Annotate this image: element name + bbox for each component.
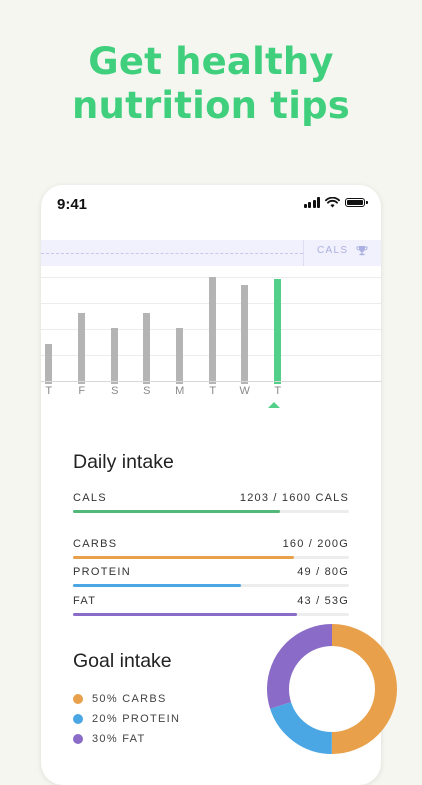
day-bar[interactable] — [78, 313, 85, 384]
goal-separator — [303, 240, 304, 266]
legend-fat: 30% FAT — [73, 733, 146, 745]
carbs-progress-track — [73, 556, 349, 559]
cellular-signal-icon — [303, 197, 320, 208]
protein-progress-fill — [73, 584, 242, 587]
legend-protein: 20% PROTEIN — [73, 713, 180, 725]
cals-progress-fill — [73, 510, 280, 513]
goal-label: CALS — [317, 245, 349, 256]
fat-value: 43 / 53G — [297, 595, 349, 607]
day-bar[interactable] — [209, 277, 216, 384]
day-label[interactable]: T — [270, 385, 286, 397]
headline-line-1: Get healthy — [88, 40, 334, 83]
protein-label: PROTEIN — [73, 566, 131, 578]
calorie-bar-chart — [41, 270, 381, 384]
status-icons — [303, 197, 368, 208]
carbs-progress-fill — [73, 556, 294, 559]
daily-intake-title: Daily intake — [73, 451, 174, 473]
status-bar: 9:41 — [41, 185, 381, 225]
carbs-value: 160 / 200G — [282, 538, 349, 550]
legend-carbs-label: 50% CARBS — [92, 693, 167, 705]
trophy-icon — [356, 246, 368, 256]
legend-carbs: 50% CARBS — [73, 693, 167, 705]
headline: Get healthy nutrition tips — [0, 40, 422, 128]
wifi-icon — [325, 197, 340, 208]
cals-label: CALS — [73, 492, 107, 504]
goal-intake-donut-chart — [267, 624, 397, 754]
status-time: 9:41 — [57, 196, 88, 213]
goal-line — [41, 253, 303, 254]
selected-day-pointer-icon — [268, 402, 280, 408]
day-label[interactable]: M — [172, 385, 188, 397]
day-bar[interactable] — [143, 313, 150, 384]
headline-line-2: nutrition tips — [72, 84, 350, 127]
goal-intake-title: Goal intake — [73, 650, 172, 672]
day-label[interactable]: T — [205, 385, 221, 397]
day-label[interactable]: S — [107, 385, 123, 397]
day-label[interactable]: S — [139, 385, 155, 397]
day-label[interactable]: T — [41, 385, 57, 397]
fat-label: FAT — [73, 595, 97, 607]
chart-axis — [41, 381, 381, 382]
legend-fat-label: 30% FAT — [92, 733, 146, 745]
day-bar[interactable] — [45, 344, 52, 384]
fat-dot-icon — [73, 734, 83, 744]
fat-progress-track — [73, 613, 349, 616]
protein-value: 49 / 80G — [297, 566, 349, 578]
day-label[interactable]: W — [237, 385, 253, 397]
day-label[interactable]: F — [74, 385, 90, 397]
cals-value: 1203 / 1600 CALS — [239, 492, 349, 504]
protein-progress-track — [73, 584, 349, 587]
legend-protein-label: 20% PROTEIN — [92, 713, 181, 725]
day-bar[interactable] — [274, 279, 281, 384]
day-bar[interactable] — [241, 285, 248, 384]
carbs-dot-icon — [73, 694, 83, 704]
protein-dot-icon — [73, 714, 83, 724]
day-bar[interactable] — [111, 328, 118, 384]
carbs-label: CARBS — [73, 538, 118, 550]
cals-progress-track — [73, 510, 349, 513]
day-bar[interactable] — [176, 328, 183, 384]
fat-progress-fill — [73, 613, 297, 616]
battery-icon — [345, 198, 368, 207]
